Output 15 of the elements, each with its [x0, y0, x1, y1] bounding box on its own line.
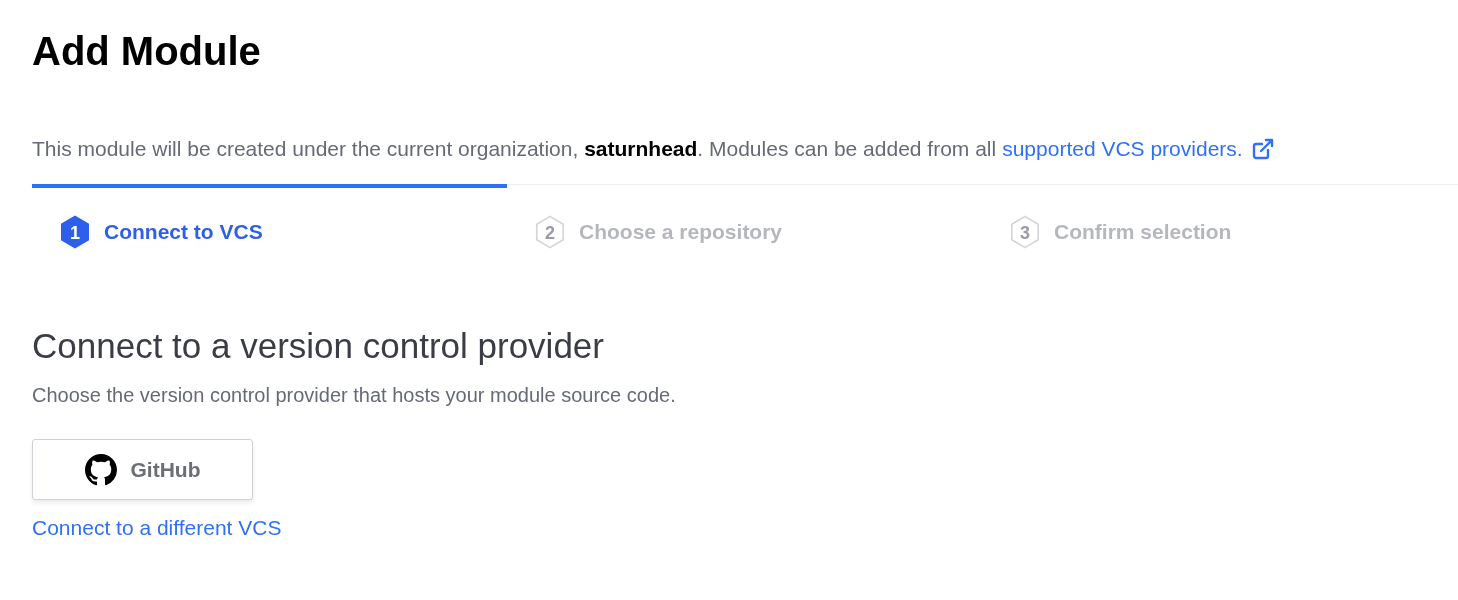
section-description: Choose the version control provider that hosts your module source code.	[32, 384, 677, 407]
external-link-icon	[1250, 137, 1275, 161]
intro-text: This module will be created under the current organization, saturnhead. Modules can be added from all supported VCS providers.	[32, 134, 1458, 164]
step-tab[interactable]: 2 Choose a repository	[507, 184, 982, 268]
page-title: Add Module	[32, 28, 262, 75]
step-tab[interactable]: 3 Confirm selection	[982, 184, 1457, 268]
step-number-icon: 3	[1008, 214, 1042, 250]
step-number-icon: 1	[58, 214, 92, 250]
github-button[interactable]: GitHub	[32, 439, 253, 500]
different-vcs-link[interactable]: Connect to a different VCS	[32, 516, 282, 540]
step-tab[interactable]: 1 Connect to VCS	[32, 184, 507, 268]
step-number-icon: 2	[533, 214, 567, 250]
cat-logo-icon	[84, 453, 117, 486]
section-heading: Connect to a version control provider	[32, 325, 605, 367]
providers-link[interactable]: supported VCS providers.	[1002, 134, 1243, 164]
